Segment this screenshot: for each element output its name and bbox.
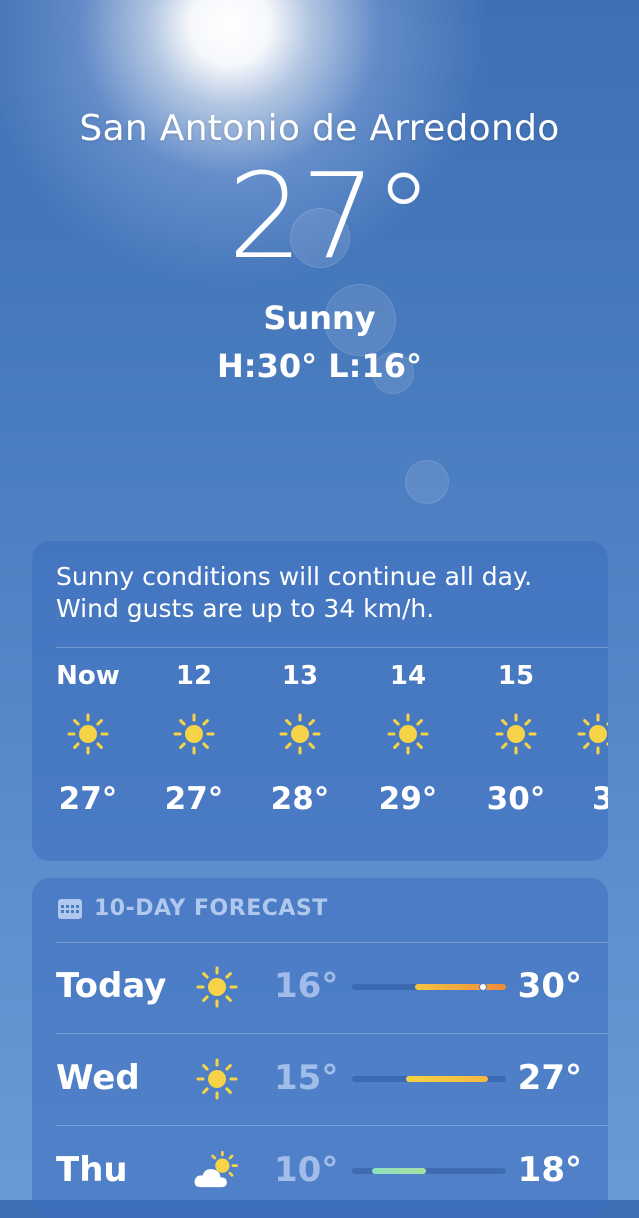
temperature-range-bar	[352, 1076, 506, 1082]
hour-temperature: 28°	[260, 781, 340, 817]
sun-icon	[192, 962, 242, 1012]
sun-icon	[260, 705, 340, 763]
hour-label	[584, 661, 608, 701]
low-temperature: 10°	[274, 1150, 338, 1190]
day-name: Wed	[56, 1058, 140, 1098]
hourly-forecast-card[interactable]: Sunny conditions will continue all day. …	[32, 541, 608, 861]
hour-item: 12 27°	[154, 661, 234, 817]
forecast-row[interactable]: Thu 10° 18°	[32, 1126, 608, 1216]
current-temperature-marker	[479, 983, 487, 991]
hour-label: 13	[260, 661, 340, 701]
sun-icon	[48, 705, 128, 763]
high-temperature: 30°	[518, 966, 582, 1006]
hour-temperature: 29°	[368, 781, 448, 817]
current-temperature: 27°	[0, 157, 639, 275]
hour-label: 15	[476, 661, 556, 701]
sun-icon	[368, 705, 448, 763]
day-name: Thu	[56, 1150, 128, 1190]
location-name: San Antonio de Arredondo	[0, 108, 639, 149]
temperature-range-bar	[352, 984, 506, 990]
hour-item: 3	[584, 661, 608, 817]
temperature-range-fill	[415, 984, 506, 990]
sun-icon	[576, 705, 608, 763]
high-temperature: 27°	[518, 1058, 582, 1098]
high-low-temperature: H:30° L:16°	[0, 347, 639, 385]
hourly-scroll[interactable]: Now 27° 12 27° 13 28° 14 29°	[32, 661, 608, 851]
sun-icon	[154, 705, 234, 763]
hour-temperature: 27°	[48, 781, 128, 817]
temperature-range-fill	[406, 1076, 488, 1082]
day-name: Today	[56, 966, 166, 1006]
weather-summary: Sunny conditions will continue all day. …	[56, 561, 586, 625]
hour-temperature: 27°	[154, 781, 234, 817]
temperature-range-fill	[372, 1168, 426, 1174]
calendar-icon	[58, 899, 82, 919]
hour-item: 15 30°	[476, 661, 556, 817]
hour-item: Now 27°	[48, 661, 128, 817]
lens-flare	[405, 460, 449, 504]
hour-item: 13 28°	[260, 661, 340, 817]
current-condition: Sunny	[0, 299, 639, 337]
hour-temperature: 30°	[476, 781, 556, 817]
partly-cloudy-icon	[192, 1146, 242, 1196]
hour-item: 14 29°	[368, 661, 448, 817]
hour-label: 14	[368, 661, 448, 701]
hour-temperature: 3	[592, 781, 608, 817]
high-temperature: 18°	[518, 1150, 582, 1190]
forecast-header: 10-DAY FORECAST	[58, 896, 328, 921]
current-weather-header: San Antonio de Arredondo 27° Sunny H:30°…	[0, 108, 639, 385]
forecast-row[interactable]: Today 16° 30°	[32, 942, 608, 1032]
ten-day-forecast-card[interactable]: 10-DAY FORECAST Today 16° 30° Wed 15° 27…	[32, 878, 608, 1218]
forecast-title: 10-DAY FORECAST	[94, 896, 328, 921]
hour-label: 12	[154, 661, 234, 701]
low-temperature: 15°	[274, 1058, 338, 1098]
hour-label: Now	[48, 661, 128, 701]
sun-icon	[476, 705, 556, 763]
sun-icon	[192, 1054, 242, 1104]
divider	[56, 647, 608, 648]
forecast-row[interactable]: Wed 15° 27°	[32, 1034, 608, 1124]
temperature-range-bar	[352, 1168, 506, 1174]
low-temperature: 16°	[274, 966, 338, 1006]
